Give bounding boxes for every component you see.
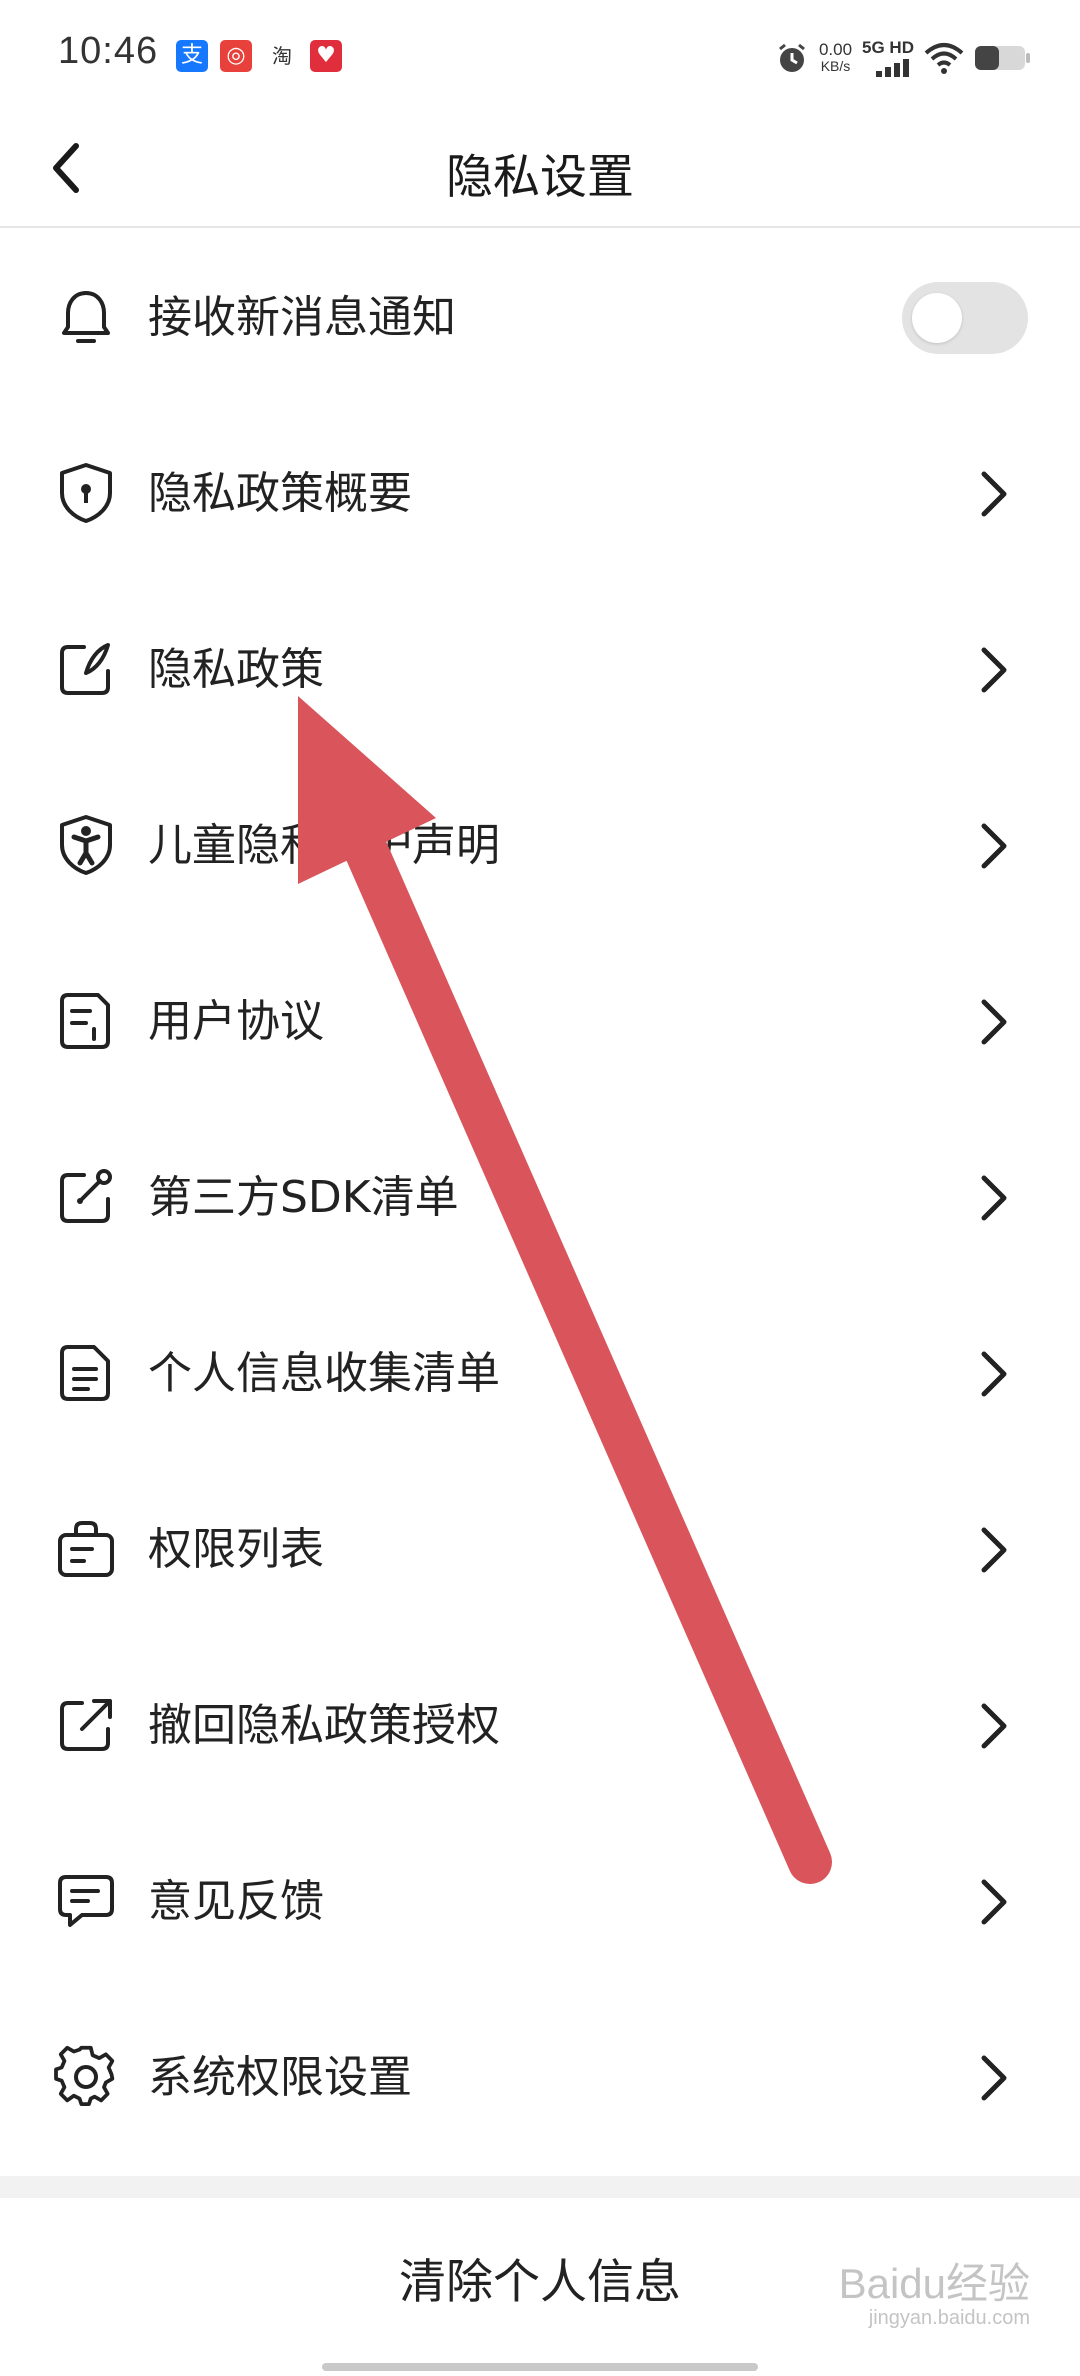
- setting-label: 儿童隐私保护声明: [148, 820, 500, 871]
- chevron-right-icon: [981, 823, 1007, 869]
- status-indicators: 0.00 KB/s 5G HD: [775, 36, 1032, 80]
- notifications-toggle[interactable]: [902, 282, 1028, 354]
- status-time: 10:46: [58, 30, 159, 72]
- setting-row-notifications: 接收新消息通知: [0, 230, 1080, 400]
- toggle-knob: [912, 293, 962, 343]
- chevron-right-icon: [981, 1175, 1007, 1221]
- document-icon: [60, 993, 110, 1049]
- setting-row-system-permissions[interactable]: 系统权限设置: [0, 1990, 1080, 2160]
- bell-icon: [62, 291, 110, 343]
- heart-app-icon: ♥: [310, 40, 342, 72]
- bag-list-icon: [58, 1521, 114, 1577]
- watermark-url: jingyan.baidu.com: [868, 2307, 1030, 2329]
- setting-label: 用户协议: [148, 996, 324, 1047]
- setting-label: 隐私政策: [148, 644, 324, 695]
- setting-label: 撤回隐私政策授权: [148, 1700, 500, 1751]
- header: 隐私设置: [0, 110, 1080, 228]
- gear-icon: [54, 2045, 115, 2107]
- status-bar: 10:46 支 ◎ 淘 ♥ 0.00 KB/s 5G HD: [0, 0, 1080, 110]
- taobao-icon: 淘: [266, 40, 298, 72]
- wifi-icon: [924, 43, 964, 74]
- setting-row-permission-list[interactable]: 权限列表: [0, 1462, 1080, 1632]
- network-type: 5G HD: [862, 38, 914, 57]
- alarm-icon: [779, 43, 805, 72]
- cell-signal: 5G HD: [862, 39, 914, 77]
- file-list-icon: [60, 1345, 110, 1401]
- setting-row-sdk-list[interactable]: 第三方SDK清单: [0, 1110, 1080, 1280]
- sdk-edit-icon: [60, 1169, 112, 1223]
- setting-label: 权限列表: [148, 1524, 324, 1575]
- setting-row-privacy-policy[interactable]: 隐私政策: [0, 582, 1080, 752]
- page-title: 隐私设置: [446, 150, 634, 205]
- setting-label: 接收新消息通知: [148, 292, 456, 343]
- battery-icon: [975, 46, 1030, 70]
- chevron-right-icon: [981, 1351, 1007, 1397]
- setting-label: 隐私政策概要: [148, 468, 412, 519]
- setting-row-personal-info-list[interactable]: 个人信息收集清单: [0, 1286, 1080, 1456]
- speed-value: 0.00: [818, 40, 853, 59]
- watermark-text: Baidu经验: [838, 2260, 1030, 2307]
- setting-row-revoke-authorization[interactable]: 撤回隐私政策授权: [0, 1638, 1080, 1808]
- setting-label: 系统权限设置: [148, 2052, 412, 2103]
- chevron-right-icon: [981, 2055, 1007, 2101]
- network-speed: 0.00 KB/s: [819, 41, 852, 75]
- feedback-icon: [58, 1875, 114, 1927]
- setting-row-privacy-summary[interactable]: 隐私政策概要: [0, 406, 1080, 576]
- external-arrow-icon: [60, 1699, 112, 1751]
- speed-unit: KB/s: [820, 58, 851, 74]
- setting-label: 意见反馈: [148, 1876, 324, 1927]
- setting-row-children-privacy[interactable]: 儿童隐私保护声明: [0, 758, 1080, 928]
- chevron-right-icon: [981, 471, 1007, 517]
- chevron-right-icon: [981, 647, 1007, 693]
- chevron-right-icon: [981, 999, 1007, 1045]
- camera-app-icon: ◎: [220, 40, 252, 72]
- edit-note-icon: [60, 643, 110, 695]
- shield-keyhole-icon: [60, 463, 112, 523]
- setting-row-feedback[interactable]: 意见反馈: [0, 1814, 1080, 1984]
- chevron-right-icon: [981, 1527, 1007, 1573]
- setting-label: 第三方SDK清单: [148, 1172, 459, 1223]
- setting-label: 个人信息收集清单: [148, 1348, 500, 1399]
- section-divider: [0, 2176, 1080, 2198]
- child-shield-icon: [60, 815, 112, 875]
- baidu-watermark: Baidu经验 jingyan.baidu.com: [839, 2250, 1030, 2330]
- chevron-right-icon: [981, 1879, 1007, 1925]
- signal-bars-icon: [876, 59, 909, 77]
- setting-row-user-agreement[interactable]: 用户协议: [0, 934, 1080, 1104]
- chevron-right-icon: [981, 1703, 1007, 1749]
- home-indicator[interactable]: [322, 2363, 758, 2371]
- alipay-icon: 支: [176, 40, 208, 72]
